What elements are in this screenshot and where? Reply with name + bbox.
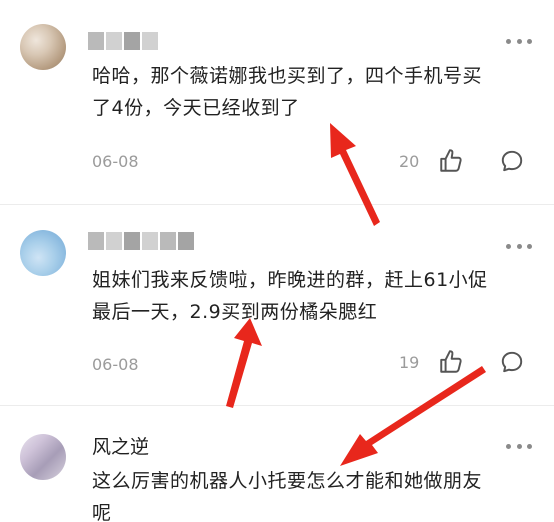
avatar[interactable] bbox=[20, 434, 66, 480]
comment-date: 06-08 bbox=[92, 152, 139, 171]
like-count: 19 bbox=[399, 353, 420, 372]
comment-text-line: 哈哈，那个薇诺娜我也买到了，四个手机号买 bbox=[92, 65, 483, 87]
comment-bubble-icon[interactable] bbox=[499, 349, 525, 375]
comment-text-line: 了4份，今天已经收到了 bbox=[92, 97, 300, 119]
comment-item: 风之逆 这么厉害的机器人小托要怎么才能和她做朋友 呢 bbox=[0, 406, 554, 522]
comment-text-line: 呢 bbox=[92, 502, 112, 522]
like-count: 20 bbox=[399, 152, 420, 171]
comment-text-line: 最后一天，2.9买到两份橘朵腮红 bbox=[92, 301, 378, 323]
comment-text-line: 这么厉害的机器人小托要怎么才能和她做朋友 bbox=[92, 470, 483, 492]
avatar[interactable] bbox=[20, 24, 66, 70]
comment-feed: 哈哈，那个薇诺娜我也买到了，四个手机号买 了4份，今天已经收到了 06-08 2… bbox=[0, 0, 554, 522]
avatar[interactable] bbox=[20, 230, 66, 276]
more-dots-icon[interactable] bbox=[506, 241, 532, 251]
comment-text: 这么厉害的机器人小托要怎么才能和她做朋友 呢 bbox=[92, 465, 532, 522]
username-blurred[interactable] bbox=[88, 232, 194, 250]
more-dots-icon[interactable] bbox=[506, 441, 532, 451]
comment-date: 06-08 bbox=[92, 355, 139, 374]
username-blurred[interactable] bbox=[88, 32, 158, 50]
thumbs-up-icon[interactable] bbox=[438, 349, 464, 375]
comment-text: 姐妹们我来反馈啦，昨晚进的群，赶上61小促 最后一天，2.9买到两份橘朵腮红 bbox=[92, 264, 532, 328]
comment-text: 哈哈，那个薇诺娜我也买到了，四个手机号买 了4份，今天已经收到了 bbox=[92, 60, 532, 124]
comment-item: 姐妹们我来反馈啦，昨晚进的群，赶上61小促 最后一天，2.9买到两份橘朵腮红 0… bbox=[0, 205, 554, 405]
comment-bubble-icon[interactable] bbox=[499, 148, 525, 174]
more-dots-icon[interactable] bbox=[506, 36, 532, 46]
comment-text-line: 姐妹们我来反馈啦，昨晚进的群，赶上61小促 bbox=[92, 269, 488, 291]
username[interactable]: 风之逆 bbox=[92, 432, 149, 459]
thumbs-up-icon[interactable] bbox=[438, 148, 464, 174]
comment-item: 哈哈，那个薇诺娜我也买到了，四个手机号买 了4份，今天已经收到了 06-08 2… bbox=[0, 0, 554, 205]
